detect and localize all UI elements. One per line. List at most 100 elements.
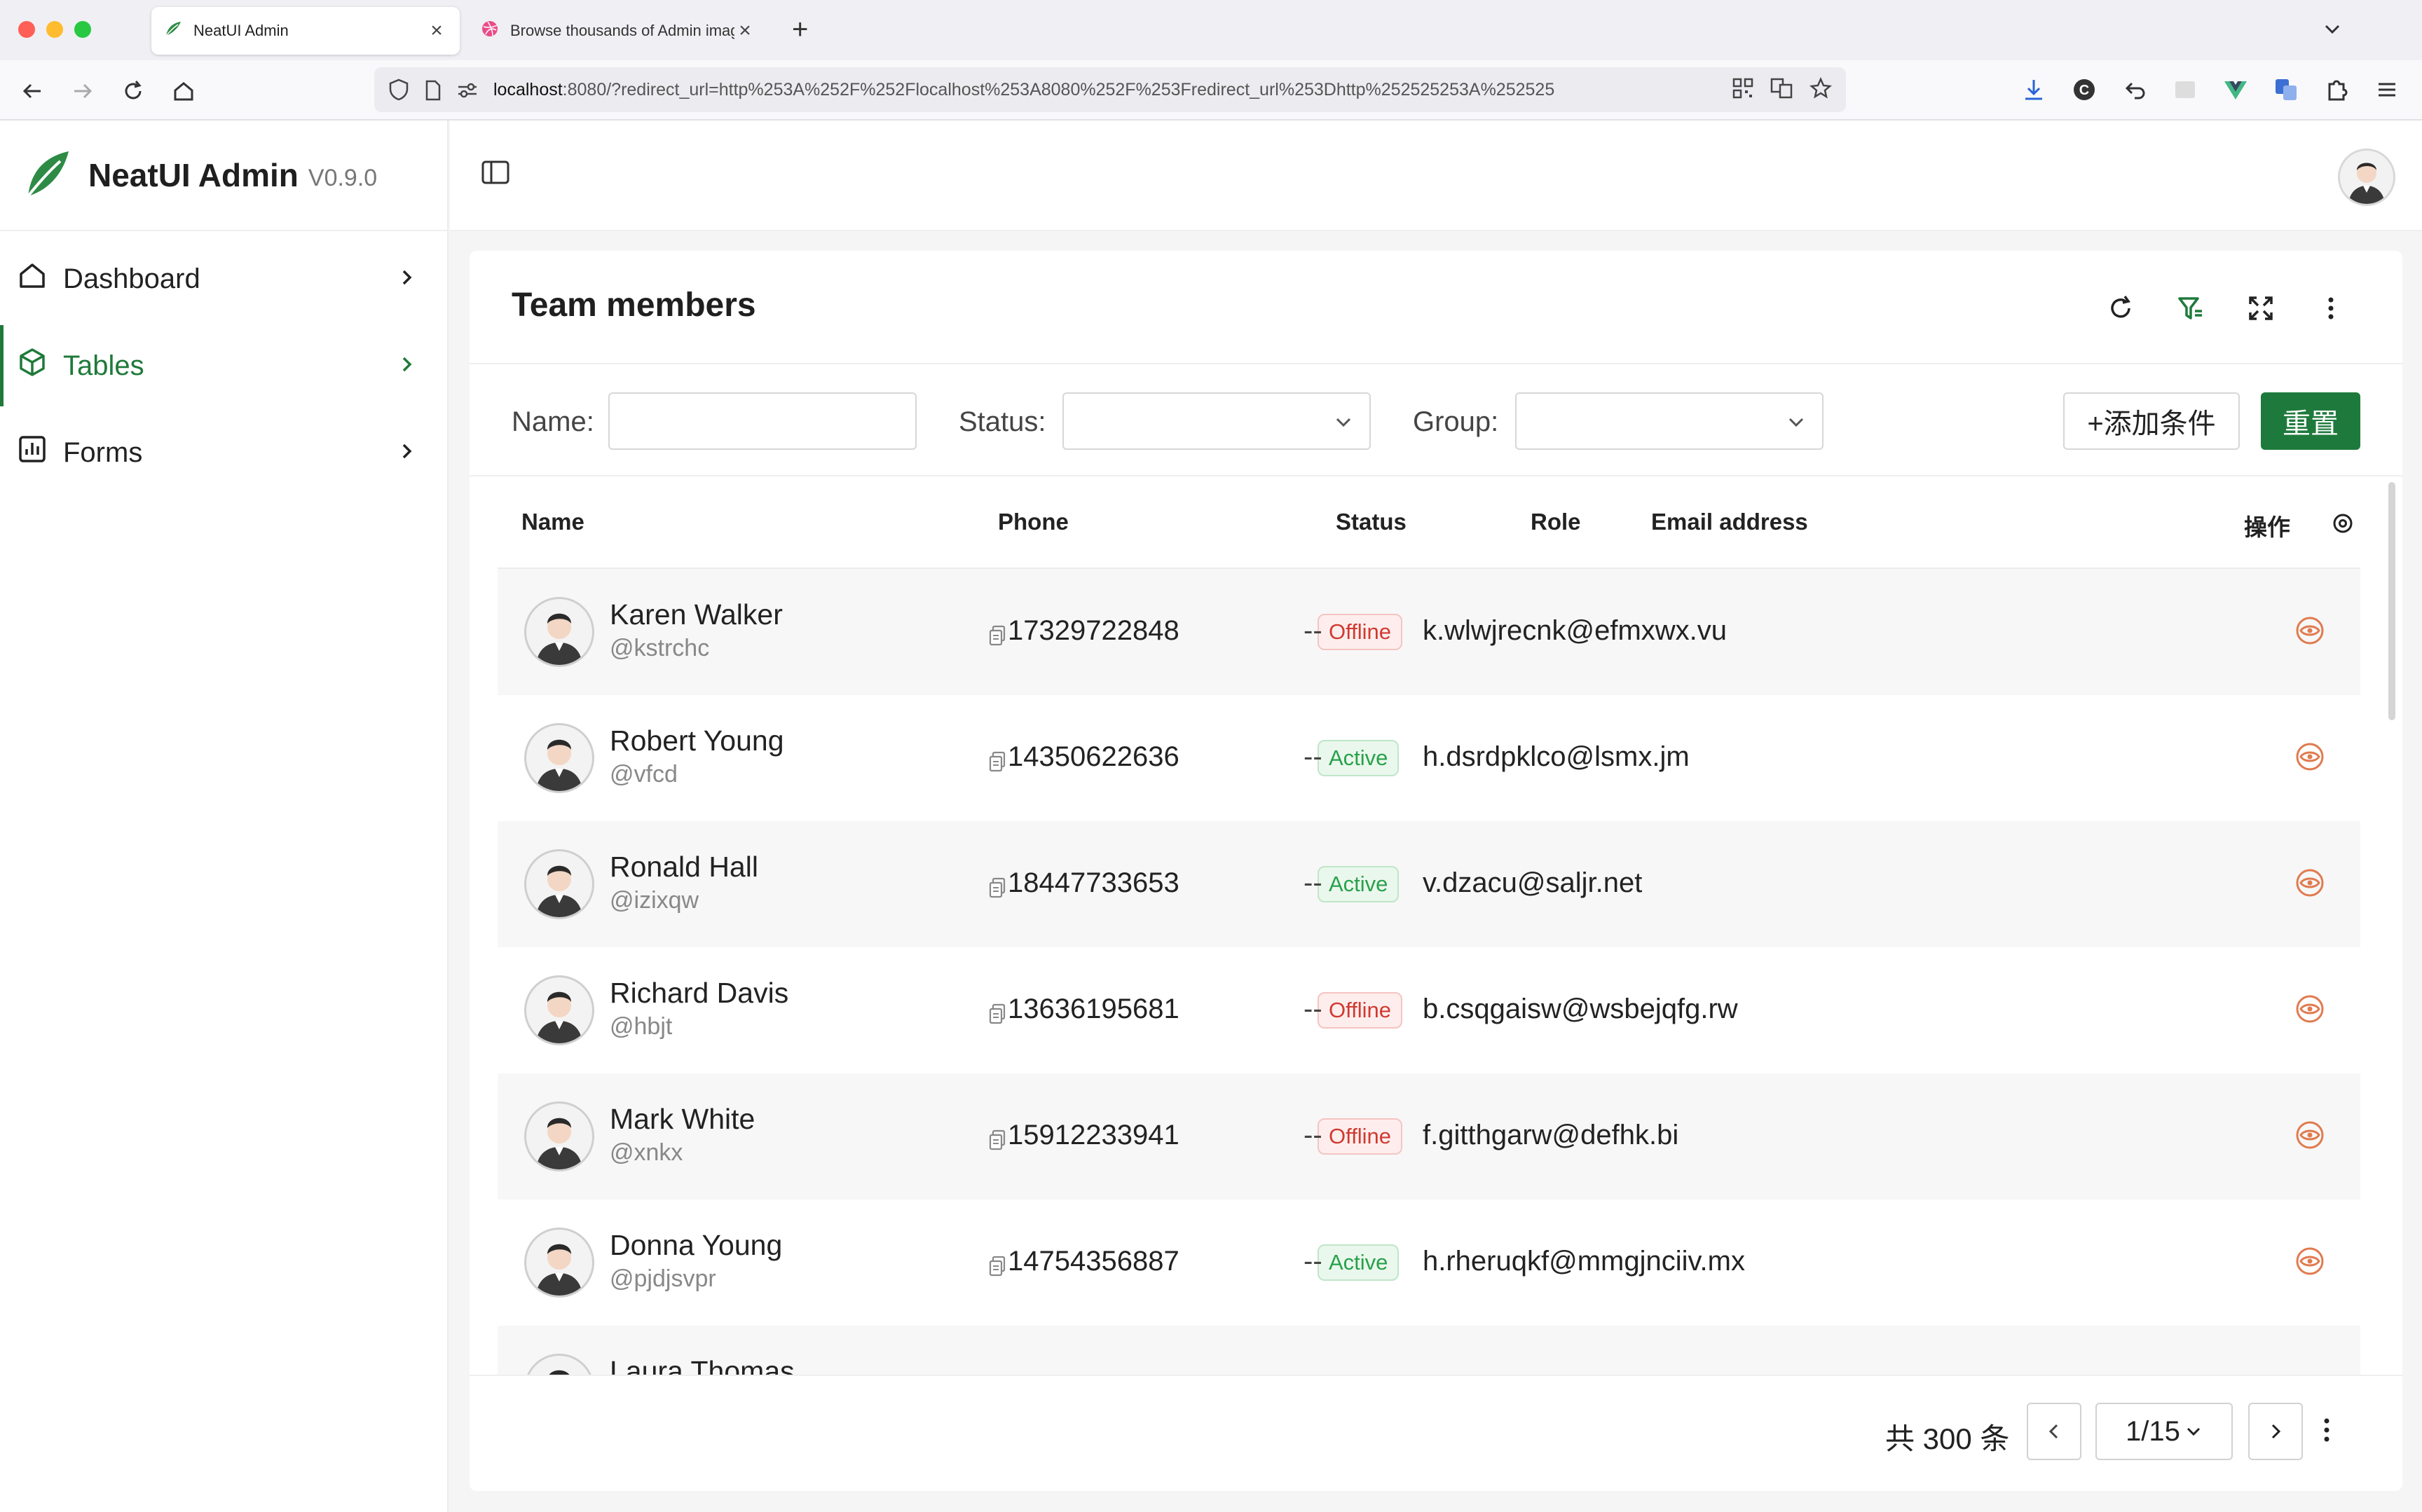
name-filter-input[interactable] — [608, 392, 917, 450]
member-email: v.dzacu@saljr.net — [1423, 867, 1643, 898]
member-email: b.csqgaisw@wsbejqfg.rw — [1423, 994, 1738, 1024]
column-header-role[interactable]: Role — [1531, 509, 1581, 535]
prev-page-button[interactable] — [2027, 1403, 2081, 1460]
view-eye-icon[interactable] — [2294, 1120, 2325, 1154]
table-row[interactable]: Richard Davis @hbjt 13636195681 Offline -- b.… — [498, 947, 2360, 1073]
chevron-right-icon — [398, 350, 415, 382]
undo-arrow-icon[interactable] — [2122, 77, 2147, 106]
chevron-down-icon[interactable] — [2320, 17, 2345, 46]
tab-close-icon[interactable]: × — [426, 19, 447, 43]
qr-code-icon[interactable] — [1732, 78, 1753, 102]
window-zoom-button[interactable] — [74, 21, 91, 38]
browser-tab-inactive[interactable]: Browse thousands of Admin images × — [468, 7, 768, 55]
tab-title: Browse thousands of Admin images — [510, 22, 734, 39]
group-filter-select[interactable] — [1515, 392, 1824, 450]
back-arrow-icon[interactable] — [18, 77, 46, 105]
refresh-icon[interactable] — [2105, 293, 2136, 324]
add-condition-button[interactable]: +添加条件 — [2063, 392, 2240, 450]
extension-grey-icon[interactable] — [2173, 77, 2198, 106]
column-header-name[interactable]: Name — [521, 509, 584, 535]
page-select[interactable]: 1/15 — [2095, 1403, 2233, 1460]
window-close-button[interactable] — [18, 21, 35, 38]
table-row[interactable]: Mark White @xnkx 15912233941 Offline -- f.git… — [498, 1073, 2360, 1200]
page-title: Team members — [512, 287, 756, 324]
table-body: Karen Walker @kstrchc 17329722848 Offline --… — [498, 569, 2360, 1375]
more-vertical-icon[interactable] — [2314, 1415, 2339, 1448]
avatar — [524, 723, 594, 793]
puzzle-extensions-icon[interactable] — [2324, 77, 2349, 106]
status-badge: Offline — [1318, 614, 1403, 650]
vue-devtools-icon[interactable] — [2223, 77, 2248, 106]
brand-name: NeatUI Admin — [88, 157, 299, 193]
url-text[interactable]: localhost:8080/?redirect_url=http%253A%2… — [493, 80, 1721, 100]
copy-icon[interactable] — [988, 748, 1006, 771]
extension-c-icon[interactable]: C — [2072, 77, 2097, 106]
brand-version: V0.9.0 — [308, 164, 378, 191]
member-phone: 14754356887 — [988, 1246, 1179, 1277]
download-icon[interactable] — [2021, 77, 2046, 106]
copy-icon[interactable] — [988, 874, 1006, 898]
browser-tab-active[interactable]: NeatUI Admin × — [151, 7, 460, 55]
home-icon[interactable] — [170, 77, 198, 105]
column-header-email[interactable]: Email address — [1651, 509, 1808, 535]
cube-icon — [17, 347, 48, 385]
more-vertical-icon[interactable] — [2315, 293, 2346, 324]
leaf-favicon-icon — [164, 20, 182, 42]
copy-icon[interactable] — [988, 1126, 1006, 1150]
forward-arrow-icon[interactable] — [69, 77, 97, 105]
table-row[interactable]: Karen Walker @kstrchc 17329722848 Offline --… — [498, 569, 2360, 695]
sidebar-toggle-icon[interactable] — [481, 160, 510, 188]
table-row[interactable]: Robert Young @vfcd 14350622636 Active -- h.ds… — [498, 695, 2360, 821]
view-eye-icon[interactable] — [2294, 994, 2325, 1028]
translate-extension-icon[interactable] — [2273, 77, 2299, 106]
member-email: h.dsrdpklco@lsmx.jm — [1423, 741, 1690, 772]
bar-chart-icon — [17, 434, 48, 472]
member-name: Robert Young — [610, 724, 784, 757]
filter-icon[interactable] — [2175, 293, 2206, 324]
window-minimize-button[interactable] — [46, 21, 63, 38]
dribbble-favicon-icon — [481, 20, 499, 42]
group-filter-label: Group: — [1413, 406, 1499, 437]
fullscreen-icon[interactable] — [2245, 293, 2276, 324]
url-path: :8080/?redirect_url=http%253A%252F%252Fl… — [562, 79, 1555, 99]
tab-close-icon[interactable]: × — [734, 19, 755, 43]
copy-icon[interactable] — [988, 621, 1006, 645]
status-filter-select[interactable] — [1062, 392, 1371, 450]
hamburger-menu-icon[interactable] — [2374, 77, 2400, 106]
bookmark-star-icon[interactable] — [1809, 76, 1832, 103]
view-eye-icon[interactable] — [2294, 1246, 2325, 1280]
new-tab-button[interactable]: + — [792, 14, 808, 46]
tab-title: NeatUI Admin — [193, 22, 289, 39]
sidebar-item-tables[interactable]: Tables — [0, 322, 447, 409]
view-eye-icon[interactable] — [2294, 741, 2325, 776]
table-row[interactable]: Ronald Hall @izixqw 18447733653 Active -- v.d… — [498, 821, 2360, 947]
avatar — [524, 975, 594, 1045]
next-page-button[interactable] — [2248, 1403, 2303, 1460]
phone-text: 17329722848 — [1008, 615, 1179, 646]
view-eye-icon[interactable] — [2294, 615, 2325, 650]
browser-navbar: localhost:8080/?redirect_url=http%253A%2… — [0, 60, 2422, 121]
view-eye-icon[interactable] — [2294, 867, 2325, 902]
member-name: Donna Young — [610, 1229, 783, 1261]
shield-icon[interactable] — [388, 78, 409, 104]
sidebar-item-dashboard[interactable]: Dashboard — [0, 235, 447, 322]
translate-icon[interactable] — [1770, 78, 1793, 102]
permissions-icon[interactable] — [457, 81, 478, 103]
table-row[interactable]: Laura Thomas — [498, 1326, 2360, 1375]
chevron-down-icon — [1786, 412, 1807, 437]
member-name: Ronald Hall — [610, 851, 758, 883]
column-header-phone[interactable]: Phone — [998, 509, 1069, 535]
chevron-down-icon — [1333, 412, 1354, 437]
user-avatar[interactable] — [2338, 149, 2395, 206]
table-row[interactable]: Donna Young @pjdjsvpr 14754356887 Active -- h… — [498, 1200, 2360, 1326]
column-settings-icon[interactable] — [2331, 511, 2355, 539]
page-icon[interactable] — [425, 80, 442, 104]
table-scrollbar[interactable] — [2388, 482, 2395, 720]
reset-button[interactable]: 重置 — [2261, 392, 2360, 450]
copy-icon[interactable] — [988, 1252, 1006, 1276]
column-header-status[interactable]: Status — [1336, 509, 1407, 535]
address-bar[interactable]: localhost:8080/?redirect_url=http%253A%2… — [374, 67, 1846, 112]
sidebar-item-forms[interactable]: Forms — [0, 409, 447, 496]
reload-icon[interactable] — [119, 77, 147, 105]
copy-icon[interactable] — [988, 1000, 1006, 1024]
